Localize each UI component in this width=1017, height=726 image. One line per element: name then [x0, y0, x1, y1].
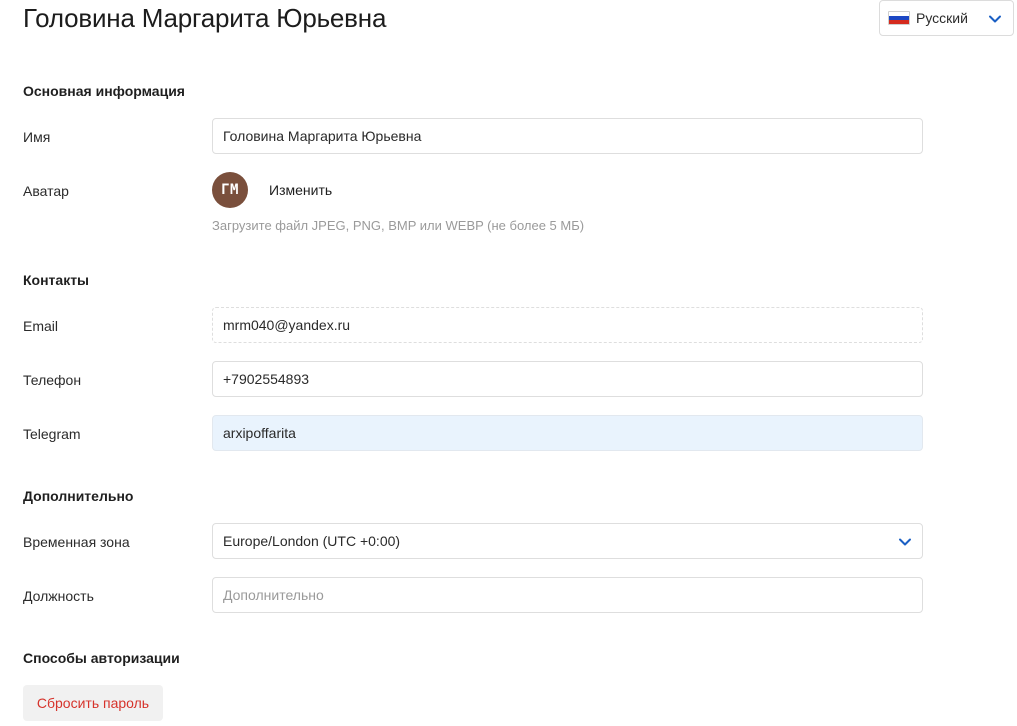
change-avatar-button[interactable]: Изменить: [269, 181, 332, 199]
timezone-select[interactable]: Europe/London (UTC +0:00): [212, 523, 923, 559]
timezone-value: Europe/London (UTC +0:00): [223, 533, 401, 549]
position-field[interactable]: Дополнительно: [212, 577, 923, 613]
reset-password-button[interactable]: Сбросить пароль: [23, 685, 163, 721]
position-label: Должность: [23, 588, 94, 604]
russia-flag-icon: [888, 11, 910, 25]
email-field[interactable]: mrm040@yandex.ru: [212, 307, 923, 343]
email-label: Email: [23, 318, 59, 334]
chevron-down-icon: [989, 15, 1001, 23]
avatar: ГМ: [212, 172, 248, 208]
telegram-label: Telegram: [23, 426, 81, 442]
section-title-basic: Основная информация: [23, 83, 185, 99]
timezone-label: Временная зона: [23, 534, 130, 550]
avatar-hint: Загрузите файл JPEG, PNG, BMP или WEBP (…: [212, 218, 585, 233]
name-field[interactable]: Головина Маргарита Юрьевна: [212, 118, 923, 154]
section-title-contacts: Контакты: [23, 272, 90, 288]
section-title-additional: Дополнительно: [23, 488, 134, 504]
chevron-down-icon: [899, 538, 911, 546]
page-title: Головина Маргарита Юрьевна: [23, 3, 387, 33]
phone-label: Телефон: [23, 372, 82, 388]
language-select[interactable]: Русский: [879, 0, 1014, 36]
avatar-label: Аватар: [23, 183, 69, 199]
section-title-auth: Способы авторизации: [23, 650, 180, 666]
telegram-field[interactable]: arxipoffarita: [212, 415, 923, 451]
name-label: Имя: [23, 129, 51, 145]
language-label: Русский: [916, 10, 968, 26]
phone-field[interactable]: +7902554893: [212, 361, 923, 397]
